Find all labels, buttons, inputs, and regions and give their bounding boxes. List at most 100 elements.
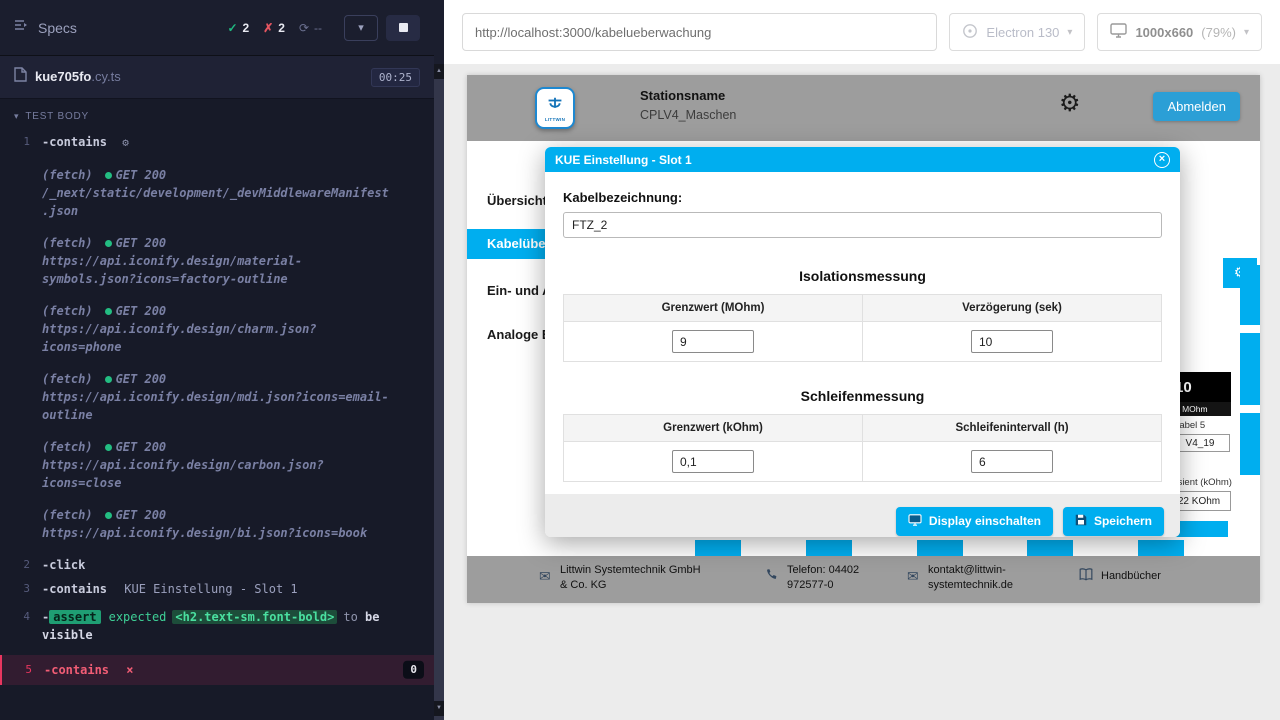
command-log: 1 -contains ⚙ (fetch)GET 200 /_next/stat… (0, 130, 434, 685)
slot-panel-fragment (1240, 333, 1260, 405)
modal-body: Kabelbezeichnung: Isolationsmessung Gren… (545, 172, 1180, 482)
spec-file-row[interactable]: kue705fo.cy.ts 00:25 (0, 56, 434, 99)
fetch-url: /_next/static/development/_devMiddleware… (42, 184, 390, 220)
stop-button[interactable] (386, 15, 420, 41)
slot-button-fragment[interactable] (1027, 540, 1073, 557)
log-row-contains-3[interactable]: 3 -contains KUE Einstellung - Slot 1 (0, 577, 434, 601)
slot-button-fragment[interactable] (695, 540, 741, 557)
fetch-status: GET 200 (116, 508, 167, 522)
floppy-disk-icon (1075, 514, 1087, 529)
sidebar-scrollbar[interactable]: ▲ ▼ (434, 0, 444, 720)
display-icon (908, 514, 922, 529)
loop-grenzwert-input[interactable] (672, 450, 754, 473)
settings-gear-icon[interactable]: ⚙ (1059, 89, 1081, 117)
command-arg: KUE Einstellung - Slot 1 (124, 582, 297, 596)
row-number: 1 (4, 134, 30, 151)
log-row-click[interactable]: 2 -click (0, 553, 434, 577)
fetch-status: GET 200 (116, 440, 167, 454)
slot-button-fragment[interactable] (806, 540, 852, 557)
chevron-down-icon: ▾ (14, 111, 19, 122)
scroll-down-arrow[interactable]: ▼ (434, 701, 444, 716)
iso-grenzwert-input[interactable] (672, 330, 754, 353)
passed-stat: ✓ 2 (227, 21, 249, 35)
log-fetch-row[interactable]: (fetch)GET 200 /_next/static/development… (0, 163, 434, 223)
log-row-contains-failed[interactable]: 5 -contains × 0 (0, 655, 434, 685)
fetch-status: GET 200 (116, 372, 167, 386)
spec-name: kue705fo (35, 69, 91, 84)
gear-icon: ⚙ (122, 136, 129, 149)
fetch-url: https://api.iconify.design/mdi.json?icon… (42, 388, 390, 424)
log-fetch-row[interactable]: (fetch) GET 200 https://api.iconify.desig… (0, 435, 434, 495)
check-icon: ✓ (227, 21, 237, 35)
schleifenmessung-table: Grenzwert (kOhm) Schleifenintervall (h) (563, 414, 1162, 482)
collapse-button[interactable]: ▾ (344, 15, 378, 41)
iso-verzoegerung-input[interactable] (971, 330, 1053, 353)
isolationsmessung-table: Grenzwert (MOhm) Verzögerung (sek) (563, 294, 1162, 362)
browser-select[interactable]: Electron 130 ▾ (949, 13, 1085, 51)
document-icon (14, 67, 27, 87)
fetch-status: GET 200 (116, 304, 167, 318)
command-name: -contains (42, 135, 107, 149)
status-dot-icon (105, 308, 112, 315)
cypress-sidebar: Specs ✓ 2 ✗ 2 ⟳ -- ▾ (0, 0, 434, 720)
viewport-select[interactable]: 1000x660 (79%) ▾ (1097, 13, 1262, 51)
specs-menu-icon[interactable] (14, 18, 30, 37)
log-row-contains-1[interactable]: 1 -contains ⚙ (0, 130, 434, 155)
display-on-button[interactable]: Display einschalten (896, 507, 1053, 536)
scroll-up-arrow[interactable]: ▲ (434, 64, 444, 79)
fetch-url: https://api.iconify.design/material-symb… (42, 252, 390, 288)
nav-item-uebersicht[interactable]: Übersicht (487, 193, 547, 208)
specs-label[interactable]: Specs (38, 20, 77, 36)
email-icon: ✉ (907, 569, 919, 585)
kue-settings-modal: KUE Einstellung - Slot 1 × Kabelbezeichn… (545, 147, 1180, 537)
failed-stat: ✗ 2 (263, 21, 285, 35)
fetch-url: https://api.iconify.design/charm.json?ic… (42, 320, 390, 356)
iso-col-verzoegerung: Verzögerung (sek) (863, 295, 1162, 322)
runner-header: Specs ✓ 2 ✗ 2 ⟳ -- ▾ (0, 0, 434, 56)
logo-text: LITTWIN (545, 117, 565, 122)
test-body-label: TEST BODY (25, 111, 89, 122)
count-badge: 0 (403, 660, 424, 679)
modal-titlebar: KUE Einstellung - Slot 1 × (545, 147, 1180, 172)
slot-button-fragment[interactable] (1138, 540, 1184, 557)
close-icon[interactable]: × (1154, 152, 1170, 168)
command-name: -contains (44, 663, 109, 677)
station-label: Stationsname (640, 88, 736, 103)
log-fetch-row[interactable]: (fetch) GET 200 https://api.iconify.desig… (0, 367, 434, 427)
kabelbezeichnung-label: Kabelbezeichnung: (563, 190, 1162, 205)
save-button[interactable]: Speichern (1063, 507, 1164, 536)
fetch-tag: (fetch) (42, 508, 93, 522)
kabelbezeichnung-input[interactable] (563, 212, 1162, 238)
runner-controls: ▾ (344, 15, 420, 41)
email-text[interactable]: kontakt@littwin-systemtechnik.de (928, 563, 1032, 593)
log-fetch-row[interactable]: (fetch)GET 200 https://api.iconify.desig… (0, 299, 434, 359)
log-row-assert[interactable]: 4 -assertexpected<h2.text-sm.font-bold>t… (0, 605, 434, 647)
station-value: CPLV4_Maschen (640, 108, 736, 122)
manuals-link[interactable]: Handbücher (1101, 569, 1161, 584)
isolationsmessung-heading: Isolationsmessung (563, 268, 1162, 284)
loop-intervall-input[interactable] (971, 450, 1053, 473)
fail-x-icon: × (126, 663, 133, 677)
test-body-section[interactable]: ▾ TEST BODY (0, 99, 434, 130)
status-dot-icon (105, 444, 112, 451)
phone-text[interactable]: Telefon: 04402 972577-0 (787, 563, 891, 593)
assert-expected: expected (109, 610, 167, 624)
schleifenmessung-heading: Schleifenmessung (563, 388, 1162, 404)
run-stats: ✓ 2 ✗ 2 ⟳ -- (227, 21, 322, 35)
aut-viewport: LITTWIN Stationsname CPLV4_Maschen ⚙ Abm… (444, 64, 1280, 720)
fetch-url: https://api.iconify.design/carbon.json?i… (42, 456, 390, 492)
row-number: 2 (4, 557, 30, 574)
company-text: Littwin Systemtechnik GmbH & Co. KG (560, 563, 702, 593)
fetch-tag: (fetch) (42, 440, 93, 454)
littwin-logo: LITTWIN (535, 87, 575, 129)
logout-button[interactable]: Abmelden (1153, 92, 1240, 121)
fetch-tag: (fetch) (42, 372, 93, 386)
log-fetch-row[interactable]: (fetch) GET 200 https://api.iconify.desig… (0, 503, 434, 545)
envelope-icon: ✉ (539, 569, 551, 585)
fetch-url: https://api.iconify.design/bi.json?icons… (42, 524, 390, 542)
url-input[interactable] (462, 13, 937, 51)
row-number: 4 (4, 609, 30, 626)
slot-button-fragment[interactable] (917, 540, 963, 557)
assert-badge: assert (49, 610, 100, 624)
log-fetch-row[interactable]: (fetch)GET 200 https://api.iconify.desig… (0, 231, 434, 291)
